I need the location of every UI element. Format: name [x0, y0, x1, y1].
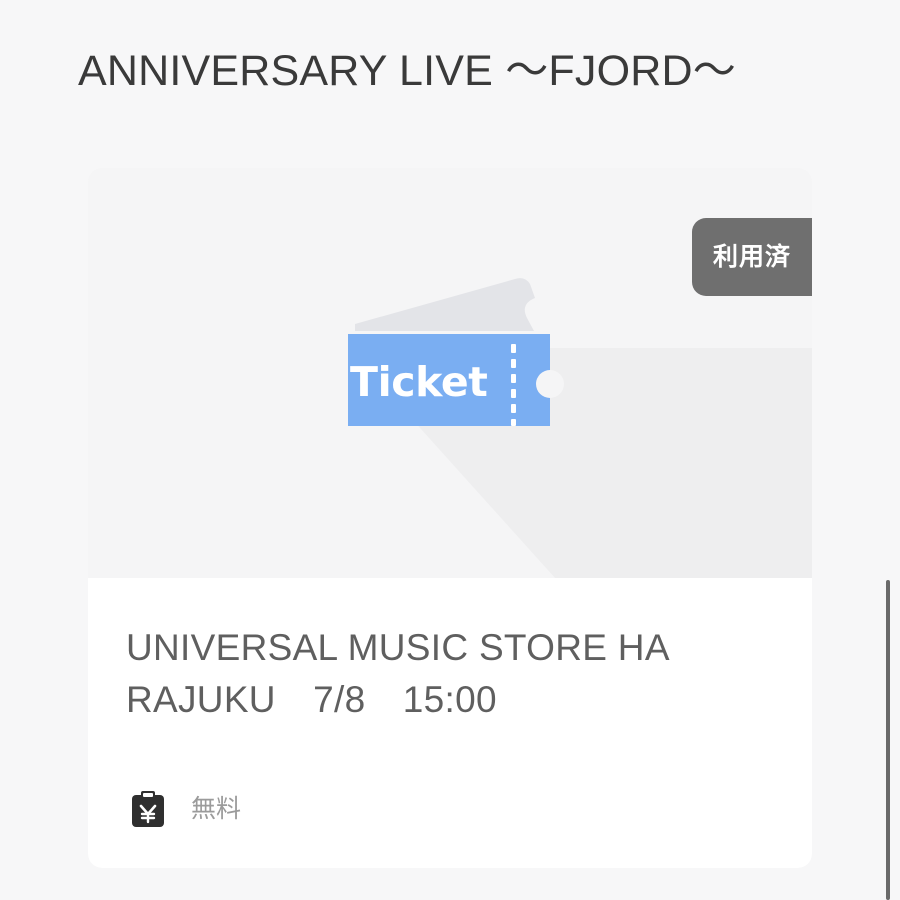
event-title: UNIVERSAL MUSIC STORE HA RAJUKU 7/8 15:0…	[126, 627, 670, 720]
ticket-card[interactable]: 利用済 Ticket UNIVERSAL MUSIC STORE HA RAJU…	[88, 168, 812, 868]
used-status-badge: 利用済	[692, 218, 812, 296]
scrollbar-thumb[interactable]	[886, 580, 890, 900]
page-title: ANNIVERSARY LIVE 〜FJORD〜	[78, 47, 736, 95]
ticket-image-area: 利用済 Ticket	[88, 168, 812, 578]
ticket-details: UNIVERSAL MUSIC STORE HA RAJUKU 7/8 15:0…	[88, 578, 812, 868]
price-row: 無料	[128, 789, 241, 829]
price-label: 無料	[191, 794, 242, 823]
vertical-scrollbar[interactable]	[886, 0, 890, 900]
ticket-icon-label: Ticket	[350, 358, 488, 406]
ticket-icon	[348, 278, 564, 426]
receipt-yen-icon	[132, 791, 164, 827]
